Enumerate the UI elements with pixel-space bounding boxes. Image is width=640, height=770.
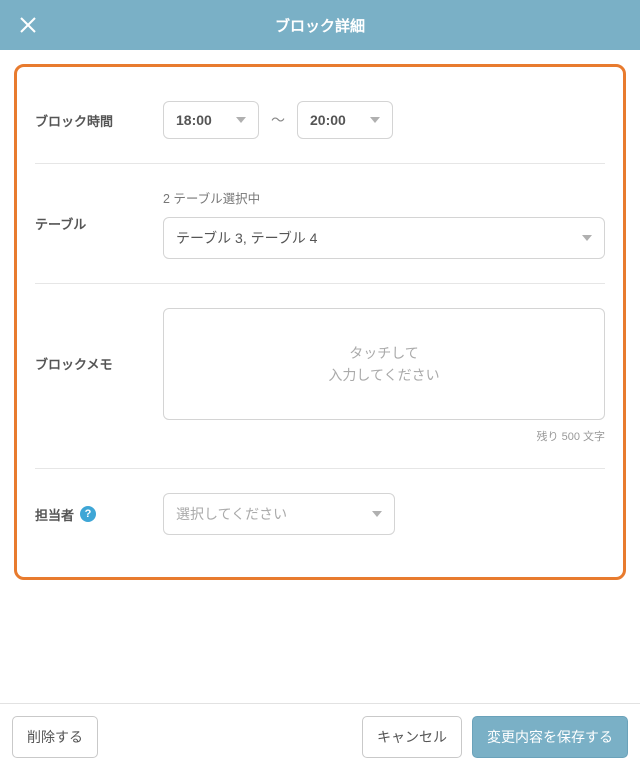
chevron-down-icon	[236, 117, 246, 123]
memo-placeholder-line: タッチして	[349, 342, 419, 364]
staff-dropdown[interactable]: 選択してください	[163, 493, 395, 535]
start-time-value: 18:00	[176, 112, 212, 128]
dialog-title: ブロック詳細	[0, 15, 640, 36]
save-button[interactable]: 変更内容を保存する	[472, 716, 628, 758]
memo-label: ブロックメモ	[35, 308, 163, 373]
dialog-header: ブロック詳細	[0, 0, 640, 50]
table-row: テーブル 2 テーブル選択中 テーブル 3, テーブル 4	[35, 164, 605, 284]
chevron-down-icon	[370, 117, 380, 123]
block-time-controls: 18:00 〜 20:00	[163, 101, 605, 139]
close-icon	[18, 15, 38, 35]
cancel-button[interactable]: キャンセル	[362, 716, 462, 758]
staff-placeholder: 選択してください	[176, 504, 287, 524]
staff-label-text: 担当者	[35, 505, 74, 524]
table-value: テーブル 3, テーブル 4	[176, 228, 317, 248]
memo-textarea[interactable]: タッチして 入力してください	[163, 308, 605, 420]
block-time-label: ブロック時間	[35, 111, 163, 130]
memo-controls: タッチして 入力してください 残り 500 文字	[163, 308, 605, 444]
table-controls: 2 テーブル選択中 テーブル 3, テーブル 4	[163, 188, 605, 259]
chevron-down-icon	[372, 511, 382, 517]
staff-row: 担当者 ? 選択してください	[35, 469, 605, 559]
close-button[interactable]	[10, 7, 46, 43]
time-separator: 〜	[271, 110, 285, 130]
form-panel: ブロック時間 18:00 〜 20:00 テーブル 2 テーブル選択中 テーブル…	[14, 64, 626, 580]
end-time-dropdown[interactable]: 20:00	[297, 101, 393, 139]
staff-controls: 選択してください	[163, 493, 605, 535]
table-selection-hint: 2 テーブル選択中	[163, 188, 605, 207]
memo-placeholder-line: 入力してください	[328, 364, 439, 386]
staff-label: 担当者 ?	[35, 505, 163, 524]
help-icon[interactable]: ?	[80, 506, 96, 522]
end-time-value: 20:00	[310, 112, 346, 128]
delete-button[interactable]: 削除する	[12, 716, 98, 758]
memo-row: ブロックメモ タッチして 入力してください 残り 500 文字	[35, 284, 605, 469]
table-label: テーブル	[35, 214, 163, 233]
block-time-row: ブロック時間 18:00 〜 20:00	[35, 77, 605, 164]
start-time-dropdown[interactable]: 18:00	[163, 101, 259, 139]
dialog-footer: 削除する キャンセル 変更内容を保存する	[0, 703, 640, 770]
table-dropdown[interactable]: テーブル 3, テーブル 4	[163, 217, 605, 259]
memo-remaining: 残り 500 文字	[163, 428, 605, 444]
chevron-down-icon	[582, 235, 592, 241]
